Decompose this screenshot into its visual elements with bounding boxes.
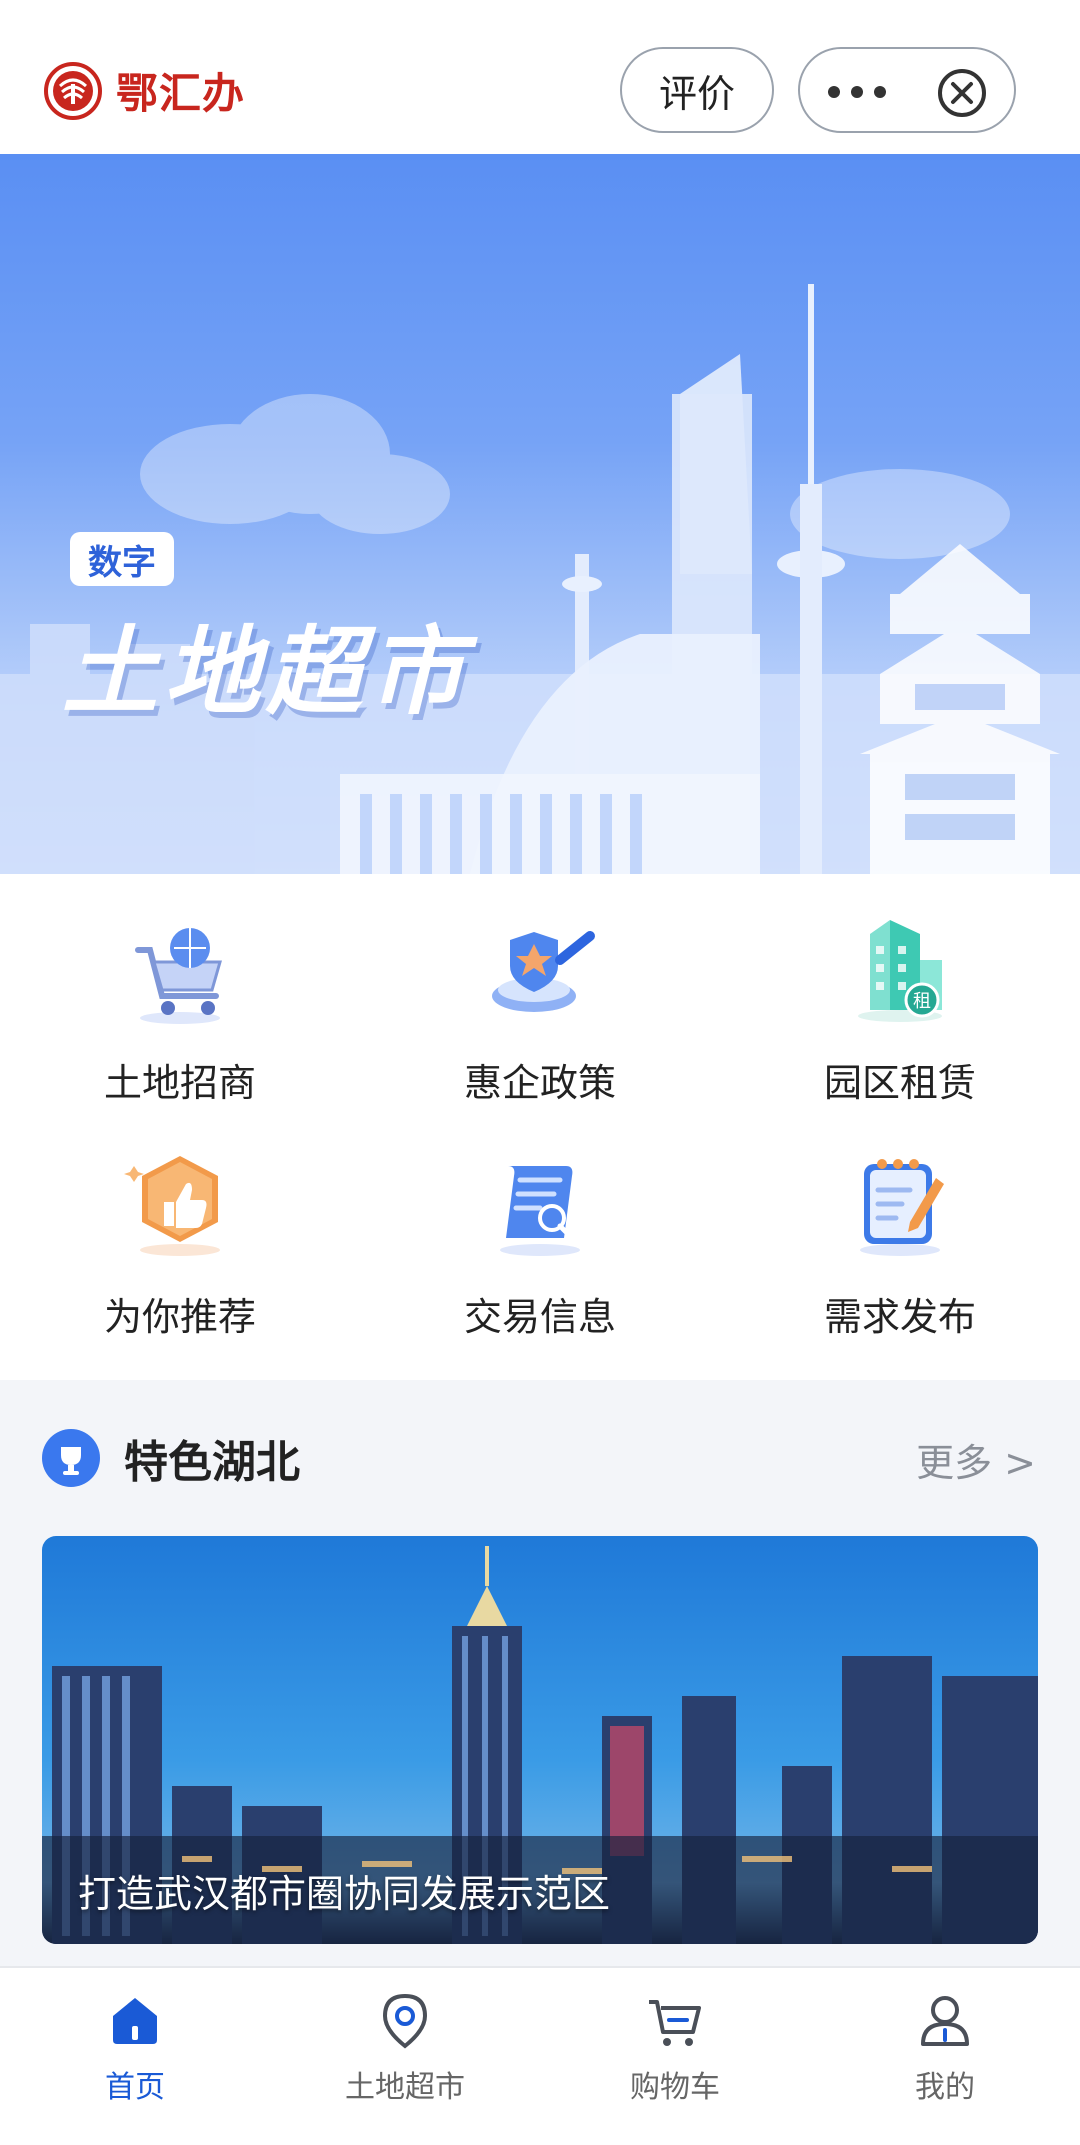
more-link[interactable]: 更多 > (916, 1432, 1036, 1487)
mini-program-capsule (798, 47, 1016, 133)
service-label: 为你推荐 (103, 1295, 256, 1339)
shopping-cart-globe-icon (135, 928, 222, 1024)
service-label: 园区租赁 (823, 1061, 976, 1105)
service-transaction-info[interactable]: 交易信息 (360, 1108, 720, 1348)
service-land-investment[interactable]: 土地招商 (0, 874, 360, 1114)
featured-card[interactable]: 打造武汉都市圈协同发展示范区 (42, 1536, 1038, 1944)
service-label: 惠企政策 (463, 1061, 616, 1105)
featured-section-header: 特色湖北 (42, 1426, 300, 1490)
service-grid: 土地招商 惠企政策 租 园区租赁 为你推荐 交易信息 需求发布 (0, 874, 1080, 1380)
shield-magnifier-icon (492, 931, 595, 1012)
service-park-rental[interactable]: 租 园区租赁 (720, 874, 1080, 1114)
bottom-tab-bar: 首页 土地超市 购物车 我的 (0, 1966, 1080, 2145)
tab-cart[interactable]: 购物车 (540, 1968, 810, 2145)
card-caption: 打造武汉都市圈协同发展示范区 (78, 1872, 611, 1916)
tab-label: 我的 (915, 2070, 975, 2105)
app-logo: 鄂汇办 (44, 60, 245, 121)
tab-home[interactable]: 首页 (0, 1968, 270, 2145)
service-label: 需求发布 (823, 1295, 976, 1339)
section-title: 特色湖北 (124, 1437, 300, 1488)
banner-tag: 数字 (70, 532, 174, 586)
banner-title: 土地超市 (62, 616, 470, 728)
trophy-badge-icon (42, 1429, 100, 1487)
notepad-pen-icon (860, 1159, 944, 1256)
close-circle-icon[interactable] (936, 67, 988, 119)
app-logo-icon (44, 61, 102, 120)
thumbs-up-icon (124, 1156, 220, 1256)
rate-button[interactable]: 评价 (620, 47, 774, 133)
service-label: 交易信息 (463, 1295, 616, 1339)
top-bar: 鄂汇办 评价 (0, 0, 1080, 154)
document-search-icon (500, 1166, 580, 1256)
building-rent-icon: 租 (858, 920, 942, 1022)
service-enterprise-policy[interactable]: 惠企政策 (360, 874, 720, 1114)
app-name: 鄂汇办 (116, 69, 246, 118)
location-pin-icon (382, 1993, 428, 2049)
tab-mine[interactable]: 我的 (810, 1968, 1080, 2145)
hero-banner[interactable]: 数字 土地超市 (0, 154, 1080, 874)
cart-icon (649, 2000, 701, 2046)
tab-label: 首页 (105, 2070, 165, 2105)
home-icon (113, 1998, 157, 2044)
service-demand-publish[interactable]: 需求发布 (720, 1108, 1080, 1348)
tab-label: 土地超市 (345, 2070, 465, 2105)
more-dots-icon[interactable] (822, 72, 892, 112)
tab-label: 购物车 (630, 2070, 720, 2105)
user-icon (921, 1996, 969, 2046)
tab-land-market[interactable]: 土地超市 (270, 1968, 540, 2145)
service-label: 土地招商 (103, 1061, 256, 1105)
service-recommend[interactable]: 为你推荐 (0, 1108, 360, 1348)
svg-text:租: 租 (913, 991, 931, 1012)
city-skyline-illustration (0, 284, 1080, 874)
